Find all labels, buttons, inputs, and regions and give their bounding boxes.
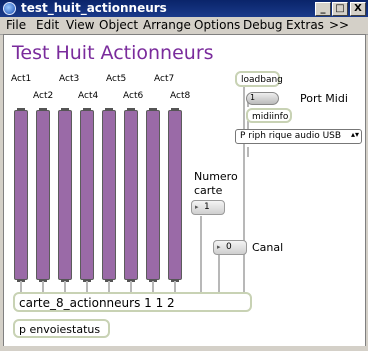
patch-cord[interactable] (218, 255, 220, 293)
slider-act6[interactable] (124, 108, 138, 282)
slider-act8[interactable] (168, 108, 182, 282)
act-label-5: Act5 (106, 74, 127, 84)
carte-number-box[interactable]: ▸ 1 (191, 200, 225, 215)
carte-number-value: 1 (204, 202, 210, 212)
slider-act3[interactable] (58, 108, 72, 282)
patch-title: Test Huit Actionneurs (12, 42, 214, 64)
slider-act5[interactable] (102, 108, 116, 282)
menu-object[interactable]: Object (99, 18, 138, 32)
act-label-3: Act3 (59, 74, 80, 84)
act-label-1: Act1 (11, 74, 32, 84)
menu-edit[interactable]: Edit (36, 18, 59, 32)
menu-options[interactable]: Options (194, 18, 240, 32)
max-app-icon (3, 2, 16, 15)
patch-cord[interactable] (247, 147, 249, 157)
loadbang-object[interactable]: loadbang (235, 71, 283, 87)
canal-number-box[interactable]: ▸ 0 (213, 240, 247, 255)
menu-extras[interactable]: Extras (286, 18, 324, 32)
minimize-button[interactable]: _ (315, 2, 331, 16)
maximize-button[interactable]: □ (332, 2, 348, 16)
status-bar (0, 346, 368, 351)
port-midi-label: Port Midi (300, 92, 348, 105)
slider-act2[interactable] (36, 108, 50, 282)
act-label-6: Act6 (123, 91, 144, 101)
carte-label: carte (194, 184, 223, 197)
act-label-8: Act8 (170, 91, 191, 101)
dropdown-arrow-icon: ▴▾ (350, 130, 359, 139)
menu-more[interactable]: >> (329, 18, 349, 32)
close-button[interactable]: X (350, 2, 366, 16)
number-arrow-icon: ▸ (217, 243, 221, 251)
act-label-4: Act4 (78, 91, 99, 101)
midi-port-menu[interactable]: P riph rique audio USB ▴▾ (235, 129, 362, 144)
canal-label: Canal (252, 241, 284, 254)
toggle-message[interactable]: 1 (246, 92, 279, 105)
slider-act7[interactable] (146, 108, 160, 282)
menu-bar: File Edit View Object Arrange Options De… (0, 17, 368, 35)
carte-8-actionneurs-object[interactable]: carte_8_actionneurs 1 1 2 (13, 292, 252, 312)
slider-act4[interactable] (80, 108, 94, 282)
patch-cord[interactable] (200, 216, 202, 293)
menu-arrange[interactable]: Arrange (143, 18, 191, 32)
midiinfo-object[interactable]: midiinfo (246, 108, 292, 123)
canal-number-value: 0 (226, 242, 232, 252)
title-bar[interactable]: test_huit_actionneurs _ □ X (0, 0, 368, 17)
menu-view[interactable]: View (66, 18, 94, 32)
number-arrow-icon: ▸ (195, 203, 199, 211)
patcher-canvas[interactable]: Test Huit Actionneurs Act1 Act2 Act3 Act… (3, 34, 366, 348)
menu-debug[interactable]: Debug (243, 18, 282, 32)
numero-label: Numero (194, 170, 238, 183)
window-title: test_huit_actionneurs (21, 1, 167, 15)
patch-cord[interactable] (243, 87, 245, 293)
act-label-7: Act7 (154, 74, 175, 84)
toggle-value: 1 (250, 93, 256, 102)
envoiestatus-subpatch[interactable]: p envoiestatus (13, 319, 110, 338)
slider-act1[interactable] (14, 108, 28, 282)
menu-file[interactable]: File (6, 18, 26, 32)
act-label-2: Act2 (33, 91, 54, 101)
midi-port-selected: P riph rique audio USB (240, 131, 342, 141)
